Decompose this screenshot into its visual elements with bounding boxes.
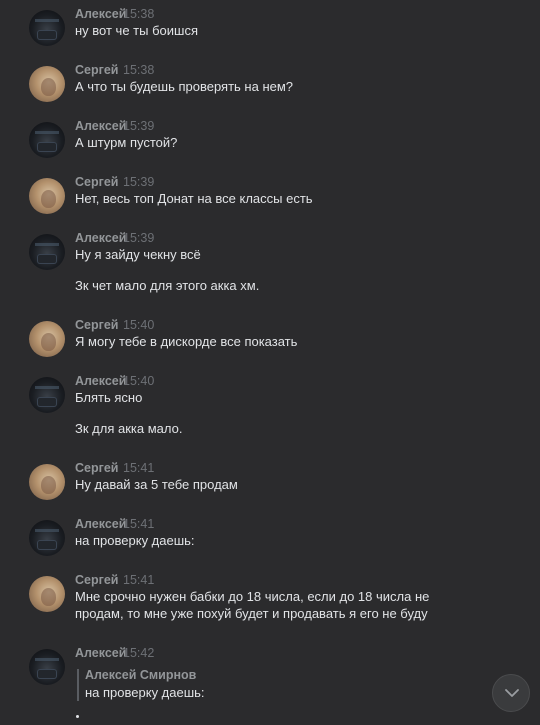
alexey-avatar[interactable] bbox=[29, 520, 65, 556]
alexey-avatar[interactable] bbox=[29, 10, 65, 46]
alexey-avatar[interactable] bbox=[29, 234, 65, 270]
sergey-avatar[interactable] bbox=[29, 178, 65, 214]
message-time[interactable]: 15:39 bbox=[123, 119, 154, 133]
message-author[interactable]: Алексей bbox=[75, 374, 126, 388]
message-author[interactable]: Сергей bbox=[75, 573, 118, 587]
alexey-avatar[interactable] bbox=[29, 122, 65, 158]
message-text: Зк для акка мало. bbox=[75, 421, 183, 436]
message-text: ну вот че ты боишся bbox=[75, 23, 198, 38]
message-time[interactable]: 15:39 bbox=[123, 175, 154, 189]
sergey-avatar[interactable] bbox=[29, 464, 65, 500]
message-time[interactable]: 15:38 bbox=[123, 63, 154, 77]
message-text: А что ты будешь проверять на нем? bbox=[75, 79, 294, 94]
message-time[interactable]: 15:41 bbox=[123, 573, 154, 587]
message-time[interactable]: 15:39 bbox=[123, 231, 154, 245]
sergey-avatar[interactable] bbox=[29, 66, 65, 102]
message-text: Блять ясно bbox=[75, 390, 143, 405]
message-text: Ну я зайду чекну всё bbox=[75, 247, 201, 262]
chat-history: Алексей 15:38 ну вот че ты боишся Сергей… bbox=[0, 0, 540, 725]
reply-quote-bar bbox=[77, 669, 79, 701]
message-author[interactable]: Сергей bbox=[75, 318, 118, 332]
message-author[interactable]: Алексей bbox=[75, 7, 126, 21]
reply-text[interactable]: на проверку даешь: bbox=[85, 685, 205, 700]
message-text: Я могу тебе в дискорде все показать bbox=[75, 334, 298, 349]
message-text: Ну давай за 5 тебе продам bbox=[75, 477, 238, 492]
message-author[interactable]: Алексей bbox=[75, 119, 126, 133]
message-time[interactable]: 15:41 bbox=[123, 461, 154, 475]
message-author[interactable]: Сергей bbox=[75, 461, 118, 475]
message-author[interactable]: Алексей bbox=[75, 517, 126, 531]
sergey-avatar[interactable] bbox=[29, 576, 65, 612]
message-text: продам, то мне уже похуй будет и продава… bbox=[75, 606, 428, 621]
message-text: А штурм пустой? bbox=[75, 135, 178, 150]
message-author[interactable]: Сергей bbox=[75, 63, 118, 77]
message-text-partial bbox=[76, 715, 79, 718]
message-time[interactable]: 15:42 bbox=[123, 646, 154, 660]
chevron-down-icon bbox=[505, 689, 519, 697]
message-author[interactable]: Сергей bbox=[75, 175, 118, 189]
alexey-avatar[interactable] bbox=[29, 649, 65, 685]
scroll-to-bottom-button[interactable] bbox=[492, 674, 530, 712]
message-author[interactable]: Алексей bbox=[75, 646, 126, 660]
message-time[interactable]: 15:40 bbox=[123, 318, 154, 332]
message-text: Нет, весь топ Донат на все классы есть bbox=[75, 191, 313, 206]
reply-author[interactable]: Алексей Смирнов bbox=[85, 668, 196, 682]
message-text: на проверку даешь: bbox=[75, 533, 195, 548]
message-text: Зк чет мало для этого акка хм. bbox=[75, 278, 260, 293]
message-author[interactable]: Алексей bbox=[75, 231, 126, 245]
message-text: Мне срочно нужен бабки до 18 числа, если… bbox=[75, 589, 430, 604]
message-time[interactable]: 15:40 bbox=[123, 374, 154, 388]
alexey-avatar[interactable] bbox=[29, 377, 65, 413]
sergey-avatar[interactable] bbox=[29, 321, 65, 357]
message-time[interactable]: 15:41 bbox=[123, 517, 154, 531]
message-time[interactable]: 15:38 bbox=[123, 7, 154, 21]
